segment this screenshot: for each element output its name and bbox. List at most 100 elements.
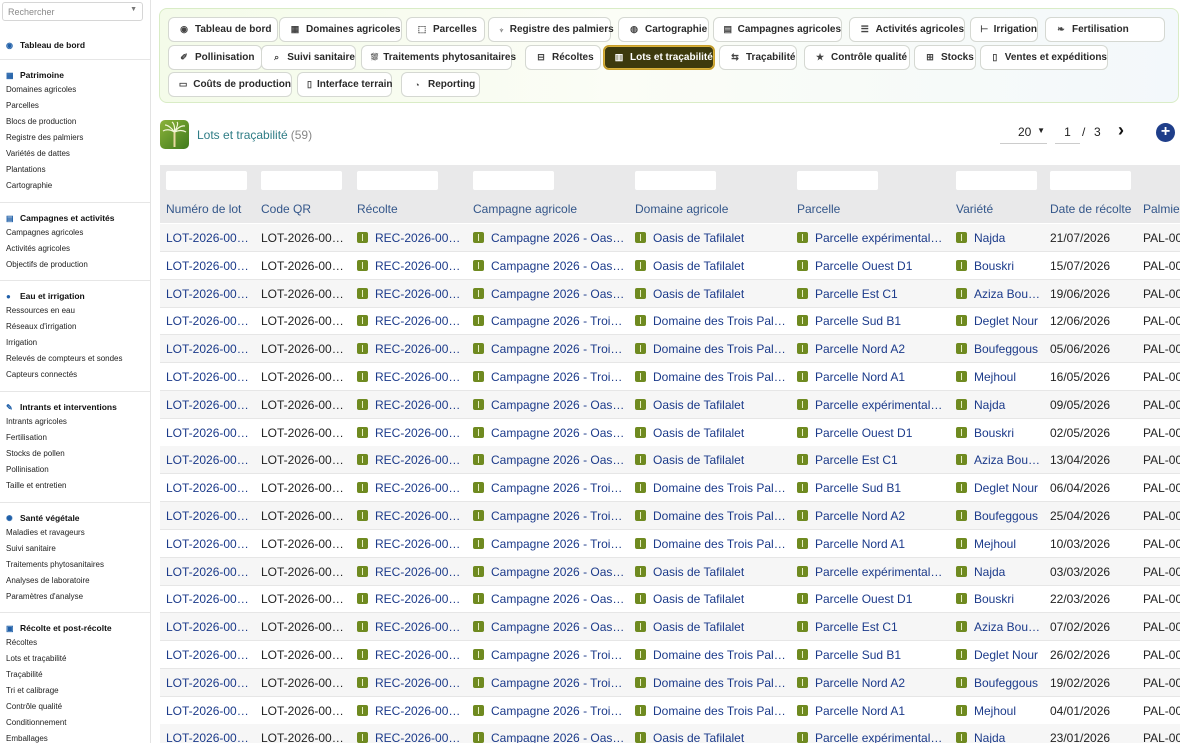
table-cell[interactable]: Bouskri (956, 426, 1042, 440)
table-row[interactable]: LOT-2026-00048 LOT-2026-00048 REC-2026-000… (160, 530, 1180, 558)
table-cell[interactable]: Domaine des Trois Palmiers (635, 704, 789, 718)
table-cell[interactable]: Campagne 2026 - Trois Palmiers (473, 314, 627, 328)
table-cell[interactable]: Parcelle Nord A1 (797, 704, 949, 718)
table-cell[interactable]: Domaine des Trois Palmiers (635, 537, 789, 551)
table-cell[interactable]: Aziza Bouzid (956, 287, 1042, 301)
sidebar-item[interactable]: Activités agricoles (0, 241, 150, 257)
table-cell[interactable]: Parcelle Ouest D1 (797, 426, 949, 440)
tab-irrigation[interactable]: ⊢ Irrigation (970, 17, 1038, 42)
add-record-button[interactable]: + (1156, 123, 1175, 142)
column-filter-input[interactable] (797, 171, 878, 190)
sidebar-item[interactable]: Traitements phytosanitaires (0, 557, 150, 573)
page-size-select[interactable]: 20 ▼ (1000, 123, 1047, 144)
table-cell[interactable]: Parcelle Ouest D1 (797, 259, 949, 273)
table-cell[interactable]: REC-2026-00050 (357, 481, 465, 495)
table-cell[interactable]: Domaine des Trois Palmiers (635, 370, 789, 384)
column-filter-input[interactable] (261, 171, 342, 190)
table-cell[interactable]: Oasis de Tafilalet (635, 231, 789, 245)
table-cell[interactable]: REC-2026-00049 (357, 509, 465, 523)
table-cell[interactable]: Bouskri (956, 259, 1042, 273)
table-cell[interactable]: Mejhoul (956, 370, 1042, 384)
table-row[interactable]: LOT-2026-00045 LOT-2026-00045 REC-2026-000… (160, 613, 1180, 642)
column-filter-input[interactable] (166, 171, 247, 190)
table-cell[interactable]: REC-2026-00046 (357, 592, 465, 606)
tab-suivi-sanitaire[interactable]: ⌕ Suivi sanitaire (261, 45, 356, 70)
table-cell[interactable]: Deglet Nour (956, 314, 1042, 328)
table-row[interactable]: LOT-2026-00057 LOT-2026-00057 REC-2026-000… (160, 279, 1180, 308)
table-cell[interactable]: Parcelle expérimentale E1 (797, 565, 949, 579)
table-cell[interactable]: LOT-2026-00044 (166, 648, 254, 662)
table-row[interactable]: LOT-2026-00050 LOT-2026-00050 REC-2026-000… (160, 474, 1180, 503)
next-page-icon[interactable]: › (1118, 120, 1124, 141)
sidebar-group-header[interactable]: ● Eau et irrigation (0, 289, 150, 303)
sidebar-item[interactable]: Contrôle qualité (0, 699, 150, 715)
tab-traitements-phytosanitaires[interactable]: ⛆ Traitements phytosanitaires (361, 45, 516, 70)
sidebar-item[interactable]: Registre des palmiers (0, 130, 150, 146)
table-row[interactable]: LOT-2026-00043 LOT-2026-00043 REC-2026-000… (160, 668, 1180, 697)
table-cell[interactable]: LOT-2026-00049 (166, 509, 254, 523)
sidebar-item[interactable]: Réseaux d'irrigation (0, 319, 150, 335)
table-cell[interactable]: Deglet Nour (956, 648, 1042, 662)
tab-campagnes-agricoles[interactable]: ▤ Campagnes agricoles (713, 17, 842, 42)
sidebar-item[interactable]: Taille et entretien (0, 478, 150, 494)
table-cell[interactable]: Campagne 2026 - Trois Palmiers (473, 676, 627, 690)
table-cell[interactable]: REC-2026-00052 (357, 426, 465, 440)
table-cell[interactable]: LOT-2026-00054 (166, 370, 254, 384)
column-header[interactable]: Campagne agricole (473, 202, 577, 216)
table-cell[interactable]: Oasis de Tafilalet (635, 592, 789, 606)
tab-tracabilite[interactable]: ⇆ Traçabilité (719, 45, 797, 70)
sidebar-item[interactable]: Blocs de production (0, 114, 150, 130)
table-cell[interactable]: Oasis de Tafilalet (635, 620, 789, 634)
tab-reporting[interactable]: ◔ Reporting (401, 72, 480, 97)
table-cell[interactable]: Campagne 2026 - Oasis de Tafilalet (473, 565, 627, 579)
column-filter-input[interactable] (473, 171, 554, 190)
table-cell[interactable]: Bouskri (956, 592, 1042, 606)
table-cell[interactable]: Parcelle expérimentale E1 (797, 231, 949, 245)
table-cell[interactable]: Najda (956, 231, 1042, 245)
table-cell[interactable]: Domaine des Trois Palmiers (635, 342, 789, 356)
sidebar-item[interactable]: Conditionnement (0, 715, 150, 731)
table-cell[interactable]: Boufeggous (956, 676, 1042, 690)
tab-activites-agricoles[interactable]: ☰ Activités agricoles (849, 17, 965, 42)
sidebar-search-input[interactable]: Rechercher ▼ (2, 2, 143, 21)
table-cell[interactable]: LOT-2026-00051 (166, 453, 254, 467)
sidebar-item[interactable]: Traçabilité (0, 667, 150, 683)
table-cell[interactable]: LOT-2026-00057 (166, 287, 254, 301)
column-header[interactable]: Date de récolte (1050, 202, 1131, 216)
column-header[interactable]: Numéro de lot (166, 202, 241, 216)
table-row[interactable]: LOT-2026-00044 LOT-2026-00044 REC-2026-000… (160, 641, 1180, 669)
sidebar-group-header[interactable]: ▦ Patrimoine (0, 68, 150, 82)
tab-controle-qualite[interactable]: ★ Contrôle qualité (804, 45, 910, 70)
table-row[interactable]: LOT-2026-00054 LOT-2026-00054 REC-2026-000… (160, 363, 1180, 391)
table-cell[interactable]: Parcelle Nord A2 (797, 342, 949, 356)
current-page-input[interactable]: 1 (1055, 123, 1080, 144)
column-filter-input[interactable] (956, 171, 1037, 190)
table-cell[interactable]: LOT-2026-00052 (166, 426, 254, 440)
table-cell[interactable]: REC-2026-00044 (357, 648, 465, 662)
table-cell[interactable]: LOT-2026-00055 (166, 342, 254, 356)
table-cell[interactable]: REC-2026-00047 (357, 565, 465, 579)
sidebar-item[interactable]: Intrants agricoles (0, 414, 150, 430)
sidebar-item[interactable]: Cartographie (0, 178, 150, 194)
table-cell[interactable]: Campagne 2026 - Oasis de Tafilalet (473, 426, 627, 440)
table-cell[interactable]: Oasis de Tafilalet (635, 731, 789, 743)
tab-interface-terrain[interactable]: ▯ Interface terrain (297, 72, 393, 97)
table-row[interactable]: LOT-2026-00046 LOT-2026-00046 REC-2026-000… (160, 585, 1180, 614)
table-row[interactable]: LOT-2026-00059 LOT-2026-00059 REC-2026-000… (160, 224, 1180, 252)
table-cell[interactable]: Mejhoul (956, 537, 1042, 551)
table-cell[interactable]: Domaine des Trois Palmiers (635, 648, 789, 662)
table-cell[interactable]: LOT-2026-00059 (166, 231, 254, 245)
table-cell[interactable]: REC-2026-00059 (357, 231, 465, 245)
table-cell[interactable]: Parcelle Sud B1 (797, 481, 949, 495)
sidebar-item[interactable]: Tri et calibrage (0, 683, 150, 699)
table-cell[interactable]: Boufeggous (956, 342, 1042, 356)
table-cell[interactable]: Parcelle Est C1 (797, 287, 949, 301)
tab-ventes-et-expeditions[interactable]: ▯ Ventes et expéditions (980, 45, 1108, 70)
table-cell[interactable]: REC-2026-00057 (357, 287, 465, 301)
table-cell[interactable]: Campagne 2026 - Trois Palmiers (473, 509, 627, 523)
table-cell[interactable]: LOT-2026-00058 (166, 259, 254, 273)
table-cell[interactable]: Parcelle expérimentale E1 (797, 731, 949, 743)
table-row[interactable]: LOT-2026-00049 LOT-2026-00049 REC-2026-000… (160, 502, 1180, 530)
sidebar-group-header[interactable]: ▣ Récolte et post-récolte (0, 621, 150, 635)
column-header[interactable]: Palmier (1143, 202, 1180, 216)
